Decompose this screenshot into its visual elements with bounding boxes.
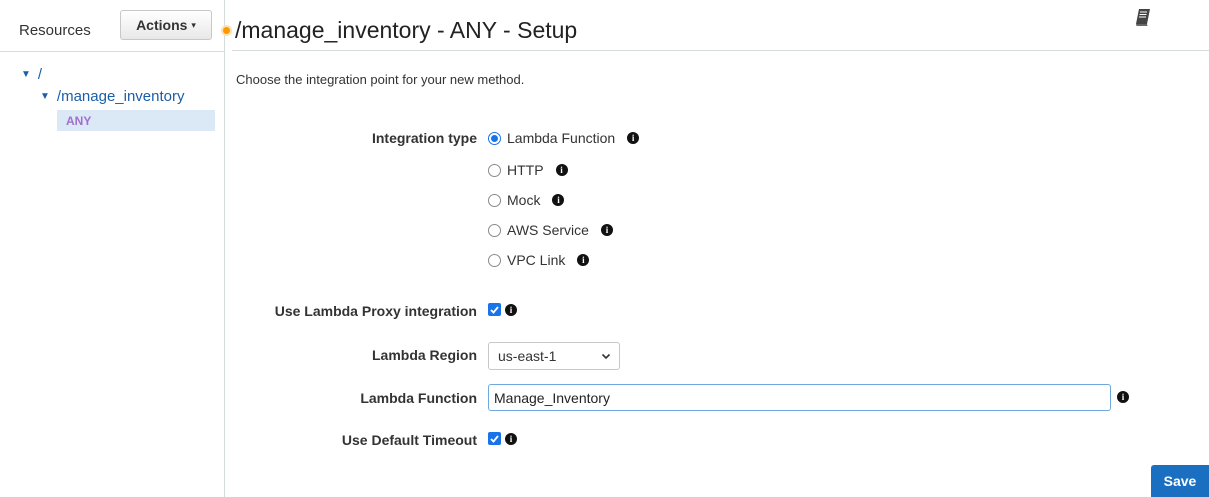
- radio-aws-service[interactable]: [488, 223, 501, 237]
- default-timeout-label: Use Default Timeout: [341, 432, 477, 448]
- page-header: /manage_inventory - ANY - Setup: [221, 17, 577, 44]
- checkmark-icon: [490, 305, 499, 314]
- expand-triangle-icon[interactable]: ▼: [40, 91, 50, 102]
- checkmark-icon: [490, 434, 499, 443]
- default-timeout-checkbox[interactable]: [488, 432, 501, 445]
- radio-option-vpc-link[interactable]: VPC Link i: [488, 252, 590, 268]
- lambda-region-value: us-east-1: [498, 348, 557, 364]
- radio-http[interactable]: [488, 163, 501, 177]
- tree-item-manage-inventory-label: /manage_inventory: [56, 88, 185, 105]
- radio-lambda-function[interactable]: [488, 131, 501, 145]
- radio-option-http[interactable]: HTTP i: [488, 162, 568, 178]
- radio-lambda-function-label: Lambda Function: [507, 130, 616, 146]
- info-icon[interactable]: i: [627, 132, 640, 144]
- save-button-label: Save: [1163, 473, 1197, 489]
- info-icon[interactable]: i: [600, 224, 613, 236]
- info-icon[interactable]: i: [505, 432, 517, 445]
- lambda-function-input[interactable]: [488, 384, 1111, 411]
- lambda-proxy-checkbox[interactable]: [488, 303, 501, 316]
- chevron-down-icon: [601, 353, 611, 360]
- caret-down-icon: ▾: [191, 19, 196, 30]
- radio-vpc-link-label: VPC Link: [507, 252, 566, 268]
- expand-triangle-icon[interactable]: ▼: [21, 69, 31, 80]
- sidebar-divider: [0, 51, 224, 52]
- lambda-proxy-row: i: [488, 303, 517, 316]
- radio-vpc-link[interactable]: [488, 253, 501, 267]
- sidebar-header: Resources Actions ▾: [0, 0, 225, 54]
- info-icon[interactable]: i: [555, 164, 568, 176]
- status-dot-icon: [221, 25, 232, 36]
- resources-label: Resources: [19, 22, 91, 39]
- tree-item-root-label: /: [37, 66, 43, 83]
- tree-item-root[interactable]: ▼ /: [21, 66, 42, 83]
- lambda-region-select[interactable]: us-east-1: [488, 342, 620, 370]
- lambda-region-label: Lambda Region: [371, 347, 477, 363]
- radio-aws-service-label: AWS Service: [507, 222, 589, 238]
- radio-http-label: HTTP: [507, 162, 544, 178]
- default-timeout-row: i: [488, 432, 517, 445]
- info-icon[interactable]: i: [577, 254, 590, 266]
- header-divider: [232, 50, 1209, 51]
- radio-option-mock[interactable]: Mock i: [488, 192, 565, 208]
- actions-label: Actions: [136, 17, 188, 33]
- tree-item-manage-inventory[interactable]: ▼ /manage_inventory: [40, 88, 185, 105]
- tree-item-any-method[interactable]: ANY: [57, 110, 215, 131]
- lambda-proxy-label: Use Lambda Proxy integration: [274, 303, 477, 319]
- info-icon[interactable]: i: [505, 303, 517, 316]
- integration-type-label: Integration type: [371, 130, 477, 146]
- resources-sidebar: Resources Actions ▾ ▼ / ▼ /manage_invent…: [0, 0, 225, 497]
- save-button[interactable]: Save: [1151, 465, 1209, 497]
- book-icon[interactable]: [1136, 9, 1150, 29]
- radio-option-aws-service[interactable]: AWS Service i: [488, 222, 613, 238]
- radio-option-lambda-function[interactable]: Lambda Function i: [488, 130, 640, 146]
- radio-mock-label: Mock: [507, 192, 541, 208]
- tree-item-any-label: ANY: [66, 114, 92, 128]
- page-title: /manage_inventory - ANY - Setup: [235, 17, 578, 43]
- radio-mock[interactable]: [488, 193, 501, 207]
- actions-button[interactable]: Actions ▾: [120, 10, 212, 40]
- info-icon[interactable]: i: [1117, 391, 1129, 403]
- info-icon[interactable]: i: [552, 194, 565, 206]
- lambda-function-label: Lambda Function: [360, 390, 477, 406]
- intro-text: Choose the integration point for your ne…: [236, 72, 525, 87]
